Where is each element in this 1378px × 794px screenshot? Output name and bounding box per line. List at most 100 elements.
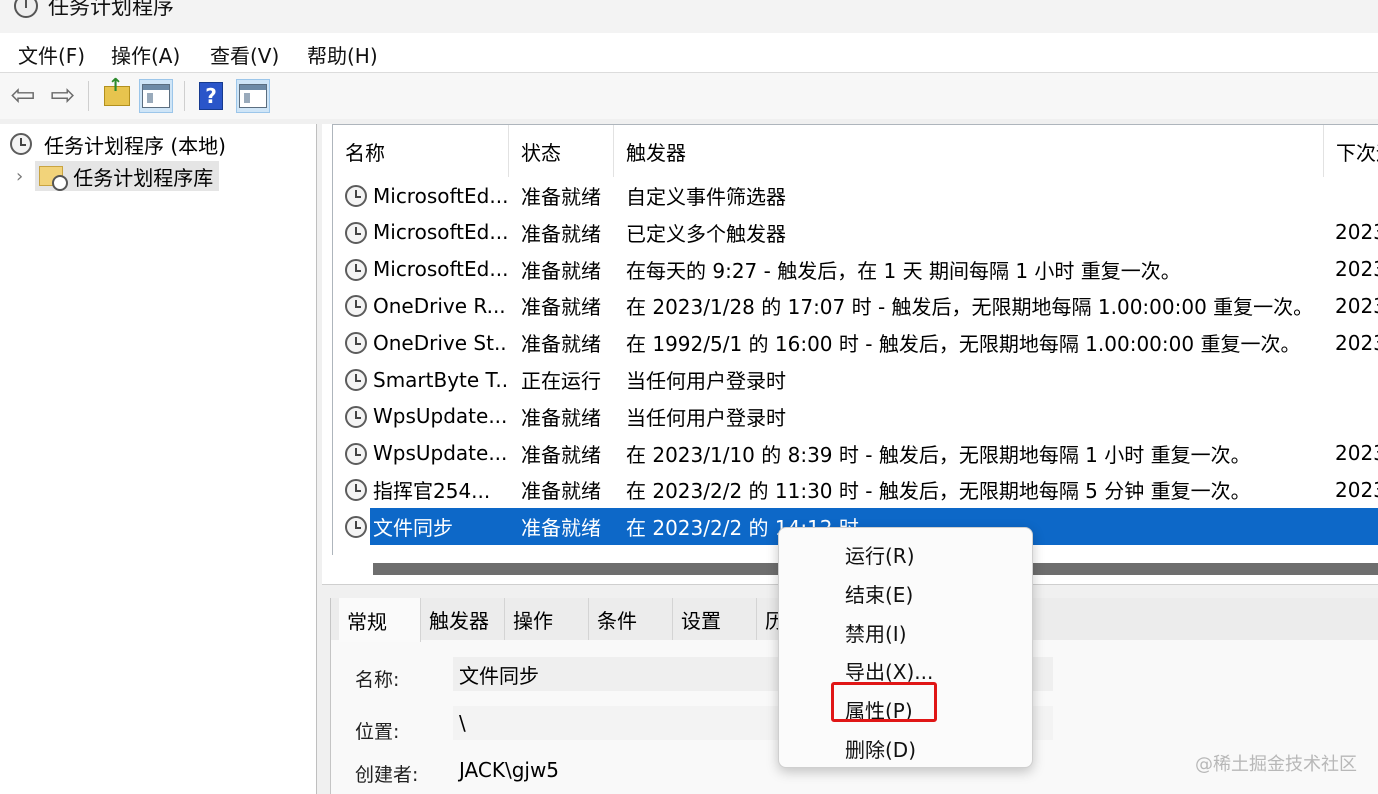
task-trigger-cell: 在 2023/1/28 的 17:07 时 - 触发后，无限期地每隔 1.00:… bbox=[626, 295, 1314, 320]
task-status-cell: 准备就绪 bbox=[521, 405, 601, 430]
clock-icon bbox=[345, 516, 367, 539]
menu-view[interactable]: 查看(V) bbox=[210, 40, 279, 69]
task-trigger-cell: 在每天的 9:27 - 触发后，在 1 天 期间每隔 1 小时 重复一次。 bbox=[626, 258, 1181, 283]
table-row[interactable]: SmartByte T... 正在运行 当任何用户登录时 bbox=[333, 361, 1378, 398]
task-next-run-cell: 2023 bbox=[1335, 220, 1378, 245]
task-name-cell: WpsUpdate... bbox=[373, 404, 507, 429]
back-button[interactable]: ⇦ bbox=[6, 79, 40, 113]
task-name-cell: 文件同步 bbox=[373, 516, 453, 541]
properties-highlight-box bbox=[831, 682, 937, 722]
tree-item-label: 任务计划程序 (本地) bbox=[44, 133, 226, 158]
table-row[interactable]: OneDrive St... 准备就绪在 1992/5/1 的 16:00 时 -… bbox=[333, 324, 1378, 361]
context-menu: 运行(R) 结束(E) 禁用(I) 导出(X)... 属性(P) 删除(D) bbox=[778, 527, 1033, 768]
clock-icon bbox=[10, 133, 32, 155]
location-label: 位置: bbox=[355, 721, 400, 743]
tab-triggers[interactable]: 触发器 bbox=[421, 598, 505, 640]
table-row[interactable]: MicrosoftEd... 准备就绪 在每天的 9:27 - 触发后，在 1 天 … bbox=[333, 251, 1378, 288]
clock-icon bbox=[345, 405, 367, 428]
task-next-run-cell: 2023 bbox=[1335, 293, 1378, 318]
back-arrow-icon: ⇦ bbox=[10, 78, 36, 113]
folder-clock-icon bbox=[39, 166, 69, 191]
forward-arrow-icon: ⇨ bbox=[50, 78, 76, 113]
watermark: @稀土掘金技术社区 bbox=[1195, 754, 1357, 775]
task-status-cell: 准备就绪 bbox=[521, 479, 601, 504]
chevron-right-icon[interactable]: › bbox=[16, 166, 23, 187]
menu-file[interactable]: 文件(F) bbox=[18, 40, 85, 69]
clock-icon bbox=[345, 295, 367, 318]
task-trigger-cell: 在 1992/5/1 的 16:00 时 - 触发后，无限期地每隔 1.00:0… bbox=[626, 332, 1301, 357]
task-next-run-cell bbox=[1335, 361, 1378, 398]
menu-action[interactable]: 操作(A) bbox=[111, 40, 180, 69]
task-status-cell: 准备就绪 bbox=[521, 185, 601, 209]
task-name-cell: 指挥官254... bbox=[373, 479, 491, 504]
author-label: 创建者: bbox=[355, 764, 419, 786]
toolbar-separator bbox=[184, 81, 185, 111]
table-row[interactable]: WpsUpdate... 准备就绪 当任何用户登录时 bbox=[333, 398, 1378, 435]
table-row[interactable]: WpsUpdate... 准备就绪在 2023/1/10 的 8:39 时 - 触… bbox=[333, 435, 1378, 472]
clock-icon bbox=[345, 442, 367, 465]
task-trigger-cell: 自定义事件筛选器 bbox=[626, 185, 786, 209]
table-row[interactable]: MicrosoftEd... 准备就绪 自定义事件筛选器 bbox=[333, 177, 1378, 214]
task-name-cell: SmartByte T... bbox=[373, 367, 507, 392]
window-title: 任务计划程序 bbox=[48, 0, 174, 19]
help-button[interactable]: ? bbox=[194, 79, 228, 113]
task-name-cell: OneDrive R... bbox=[373, 293, 506, 318]
task-name-cell: OneDrive St... bbox=[373, 330, 507, 355]
task-status-cell: 准备就绪 bbox=[521, 258, 601, 283]
console-tree: 任务计划程序 (本地) › 任务计划程序库 bbox=[0, 124, 317, 794]
column-header-trigger[interactable]: 触发器 bbox=[614, 125, 1324, 177]
column-header-name[interactable]: 名称 bbox=[333, 125, 509, 177]
menu-bar: 文件(F) 操作(A) 查看(V) 帮助(H) bbox=[0, 33, 1378, 73]
forward-button[interactable]: ⇨ bbox=[46, 79, 80, 113]
show-hide-console-tree-button[interactable] bbox=[139, 79, 173, 113]
task-next-run-cell: 2023 bbox=[1335, 257, 1378, 282]
task-scheduler-clock-icon bbox=[14, 0, 38, 18]
task-list-pane: 名称 状态 触发器 下次运 MicrosoftEd... 准备就绪 自定义事件筛选器… bbox=[322, 124, 1378, 584]
menu-help[interactable]: 帮助(H) bbox=[307, 40, 378, 69]
task-status-cell: 准备就绪 bbox=[521, 442, 601, 467]
task-status-cell: 准备就绪 bbox=[521, 295, 601, 320]
task-next-run-cell: 2023 bbox=[1335, 441, 1378, 466]
context-menu-run[interactable]: 运行(R) bbox=[845, 540, 915, 569]
show-hide-action-pane-button[interactable] bbox=[236, 79, 270, 113]
tree-item-library-selected[interactable]: 任务计划程序库 bbox=[35, 161, 220, 191]
column-header-status[interactable]: 状态 bbox=[509, 125, 614, 177]
toolbar-separator bbox=[88, 81, 89, 111]
task-trigger-cell: 已定义多个触发器 bbox=[626, 221, 786, 246]
clock-icon bbox=[345, 258, 367, 281]
task-status-cell: 正在运行 bbox=[521, 369, 601, 393]
context-menu-end[interactable]: 结束(E) bbox=[845, 579, 913, 608]
tab-actions[interactable]: 操作 bbox=[505, 598, 589, 640]
up-one-level-button[interactable] bbox=[100, 75, 134, 113]
show-hide-console-tree-icon bbox=[142, 84, 170, 108]
context-menu-delete[interactable]: 删除(D) bbox=[845, 734, 916, 763]
context-menu-export[interactable]: 导出(X)... bbox=[845, 656, 933, 685]
tree-item-root[interactable]: 任务计划程序 (本地) bbox=[10, 128, 226, 160]
clock-icon bbox=[345, 221, 367, 244]
task-trigger-cell: 当任何用户登录时 bbox=[626, 405, 786, 430]
task-name-cell: MicrosoftEd... bbox=[373, 257, 507, 282]
table-row[interactable]: MicrosoftEd... 准备就绪已定义多个触发器 2023 bbox=[333, 214, 1378, 251]
tab-general[interactable]: 常规 bbox=[339, 598, 421, 642]
task-next-run-cell bbox=[1335, 177, 1378, 214]
show-hide-action-pane-icon bbox=[239, 84, 267, 108]
task-status-cell: 准备就绪 bbox=[521, 332, 601, 357]
column-header-next-run[interactable]: 下次运 bbox=[1324, 125, 1378, 177]
table-row[interactable]: OneDrive R... 准备就绪在 2023/1/28 的 17:07 时 -… bbox=[333, 287, 1378, 324]
table-row[interactable]: 指挥官254... 准备就绪在 2023/2/2 的 11:30 时 - 触发后，… bbox=[333, 471, 1378, 508]
task-status-cell: 准备就绪 bbox=[521, 221, 601, 246]
tree-item-library[interactable]: › 任务计划程序库 bbox=[16, 160, 220, 192]
clock-icon bbox=[345, 332, 367, 355]
task-list: 名称 状态 触发器 下次运 MicrosoftEd... 准备就绪 自定义事件筛选器… bbox=[332, 124, 1378, 577]
task-trigger-cell: 当任何用户登录时 bbox=[626, 369, 786, 393]
folder-up-icon bbox=[104, 75, 130, 106]
clock-icon bbox=[345, 185, 367, 207]
tab-settings[interactable]: 设置 bbox=[673, 598, 757, 640]
task-next-run-cell bbox=[1335, 508, 1378, 545]
task-trigger-cell: 在 2023/1/10 的 8:39 时 - 触发后，无限期地每隔 1 小时 重… bbox=[626, 442, 1251, 467]
context-menu-disable[interactable]: 禁用(I) bbox=[845, 618, 907, 647]
title-bar: 任务计划程序 bbox=[0, 0, 1378, 33]
task-name-cell: MicrosoftEd... bbox=[373, 220, 507, 245]
tab-conditions[interactable]: 条件 bbox=[589, 598, 673, 640]
clock-icon bbox=[345, 479, 367, 502]
